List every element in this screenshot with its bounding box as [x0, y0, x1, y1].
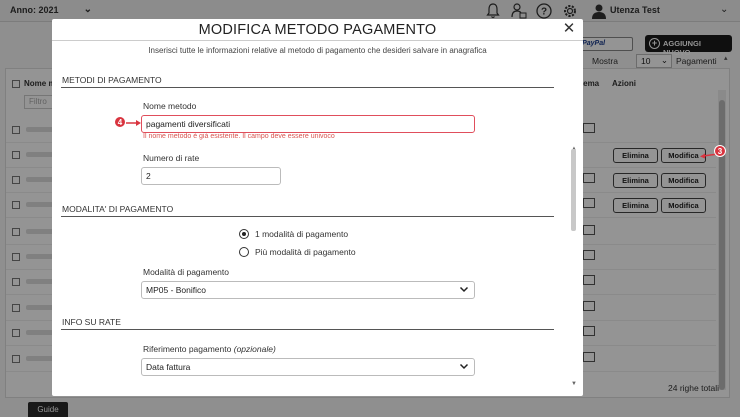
modal-header: MODIFICA METODO PAGAMENTO ✕ [52, 19, 583, 41]
close-icon[interactable]: ✕ [562, 21, 576, 36]
payment-reference-label: Riferimento pagamento (opzionale) [143, 344, 276, 354]
section-title-modalita: MODALITA' DI PAGAMENTO [62, 204, 174, 214]
installments-input[interactable] [141, 167, 281, 185]
payment-mode-select[interactable]: MP05 - Bonifico [141, 281, 475, 299]
section-divider [61, 87, 554, 88]
method-name-input[interactable] [141, 115, 475, 133]
optional-hint: (opzionale) [233, 344, 276, 354]
modal-scrollbar[interactable]: ▲ ▼ [571, 146, 577, 389]
modal-intro: Inserisci tutte le informazioni relative… [148, 46, 487, 55]
section-title-methods: METODI DI PAGAMENTO [62, 75, 162, 85]
payment-mode-label: Modalità di pagamento [143, 267, 230, 277]
radio-button[interactable] [239, 247, 249, 257]
callout-badge-4: 4 [114, 116, 126, 128]
section-divider [61, 329, 554, 330]
payment-reference-value: Data fattura [146, 362, 191, 372]
section-divider [61, 216, 554, 217]
section-title-rate: INFO SU RATE [62, 317, 121, 327]
payment-reference-select[interactable]: Data fattura [141, 358, 475, 376]
callout-arrow-icon [126, 120, 141, 126]
scrollbar-thumb[interactable] [571, 149, 576, 231]
radio-many-modes-label: Più modalità di pagamento [255, 247, 356, 257]
payment-mode-value: MP05 - Bonifico [146, 285, 206, 295]
chevron-down-icon [459, 363, 469, 370]
edit-payment-method-dialog: MODIFICA METODO PAGAMENTO ✕ Inserisci tu… [52, 19, 583, 396]
method-name-label: Nome metodo [143, 101, 197, 111]
scroll-down-icon[interactable]: ▼ [571, 381, 577, 387]
installments-label: Numero di rate [143, 153, 200, 163]
radio-one-mode-label: 1 modalità di pagamento [255, 229, 349, 239]
callout-badge-3: 3 [714, 145, 726, 157]
method-name-error: Il nome metodo è già esistente. Il campo… [143, 133, 335, 140]
payment-reference-label-text: Riferimento pagamento [143, 344, 232, 354]
chevron-down-icon [459, 286, 469, 293]
modal-title: MODIFICA METODO PAGAMENTO [198, 22, 437, 38]
radio-button-selected[interactable] [239, 229, 249, 239]
